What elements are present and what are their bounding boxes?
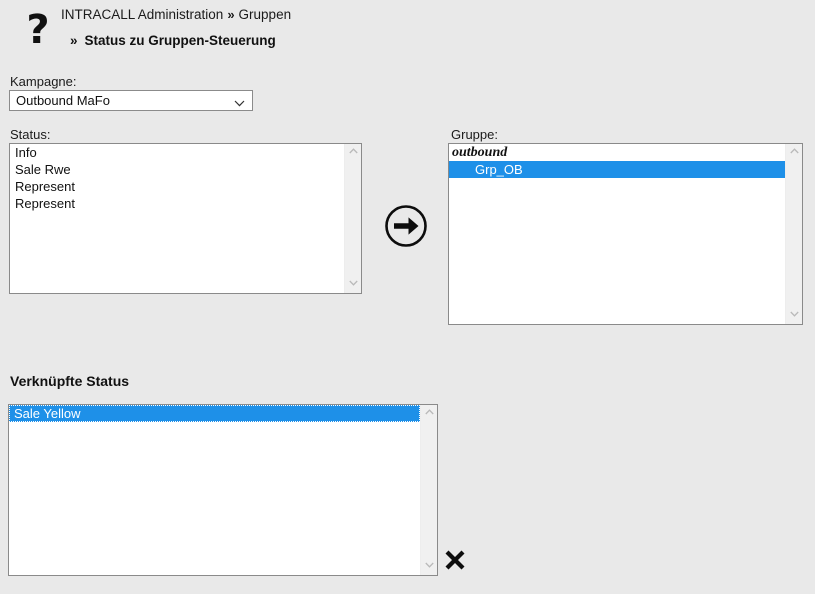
close-x-icon [445,550,465,570]
arrow-right-circle-icon [385,205,427,247]
kampagne-selected-value: Outbound MaFo [16,93,110,108]
gruppe-listbox[interactable]: outbound Grp_OB [448,143,803,325]
status-list-item[interactable]: Sale Rwe [10,161,344,178]
verknuepfte-list-items: Sale Yellow [9,405,420,575]
chevron-up-icon[interactable] [345,144,361,161]
gruppe-list-item[interactable]: outbound [449,144,785,161]
status-listbox[interactable]: Info Sale Rwe Represent Represent [9,143,362,294]
chevron-down-icon[interactable] [421,558,437,575]
verknuepfte-list-scrollbar[interactable] [420,405,437,575]
verknuepfte-status-title: Verknüpfte Status [10,373,130,389]
kampagne-select[interactable]: Outbound MaFo [9,90,253,111]
status-list-item[interactable]: Represent [10,195,344,212]
verknuepfte-list-item[interactable]: Sale Yellow [9,405,420,422]
status-list-item[interactable]: Info [10,144,344,161]
page-title-text: Status zu Gruppen-Steuerung [84,33,276,48]
breadcrumb: INTRACALL Administration » Gruppen [61,7,291,22]
status-list-item[interactable]: Represent [10,178,344,195]
gruppe-list-items: outbound Grp_OB [449,144,785,324]
page-header: ? INTRACALL Administration » Gruppen » Stat… [0,0,815,62]
breadcrumb-item-root[interactable]: INTRACALL Administration [61,7,223,22]
gruppe-list-label: Gruppe: [451,127,498,142]
page-title: » Status zu Gruppen-Steuerung [70,33,276,48]
help-question-mark-icon[interactable]: ? [20,8,56,52]
verknuepfte-status-listbox[interactable]: Sale Yellow [8,404,438,576]
status-list-items: Info Sale Rwe Represent Represent [10,144,344,293]
gruppe-list-item[interactable]: Grp_OB [449,161,785,178]
delete-verknuepfte-status-button[interactable] [441,546,469,574]
chevron-down-icon[interactable] [345,276,361,293]
transfer-to-gruppe-button[interactable] [384,204,428,248]
chevron-up-icon[interactable] [421,405,437,422]
chevron-down-icon[interactable] [786,307,802,324]
breadcrumb-separator-icon: » [227,7,235,22]
gruppe-list-scrollbar[interactable] [785,144,802,324]
status-list-label: Status: [10,127,51,142]
kampagne-label: Kampagne: [10,74,77,89]
page-title-separator-icon: » [70,33,78,48]
chevron-down-icon [234,96,245,107]
chevron-up-icon[interactable] [786,144,802,161]
breadcrumb-item-gruppen[interactable]: Gruppen [239,7,292,22]
status-list-scrollbar[interactable] [344,144,361,293]
